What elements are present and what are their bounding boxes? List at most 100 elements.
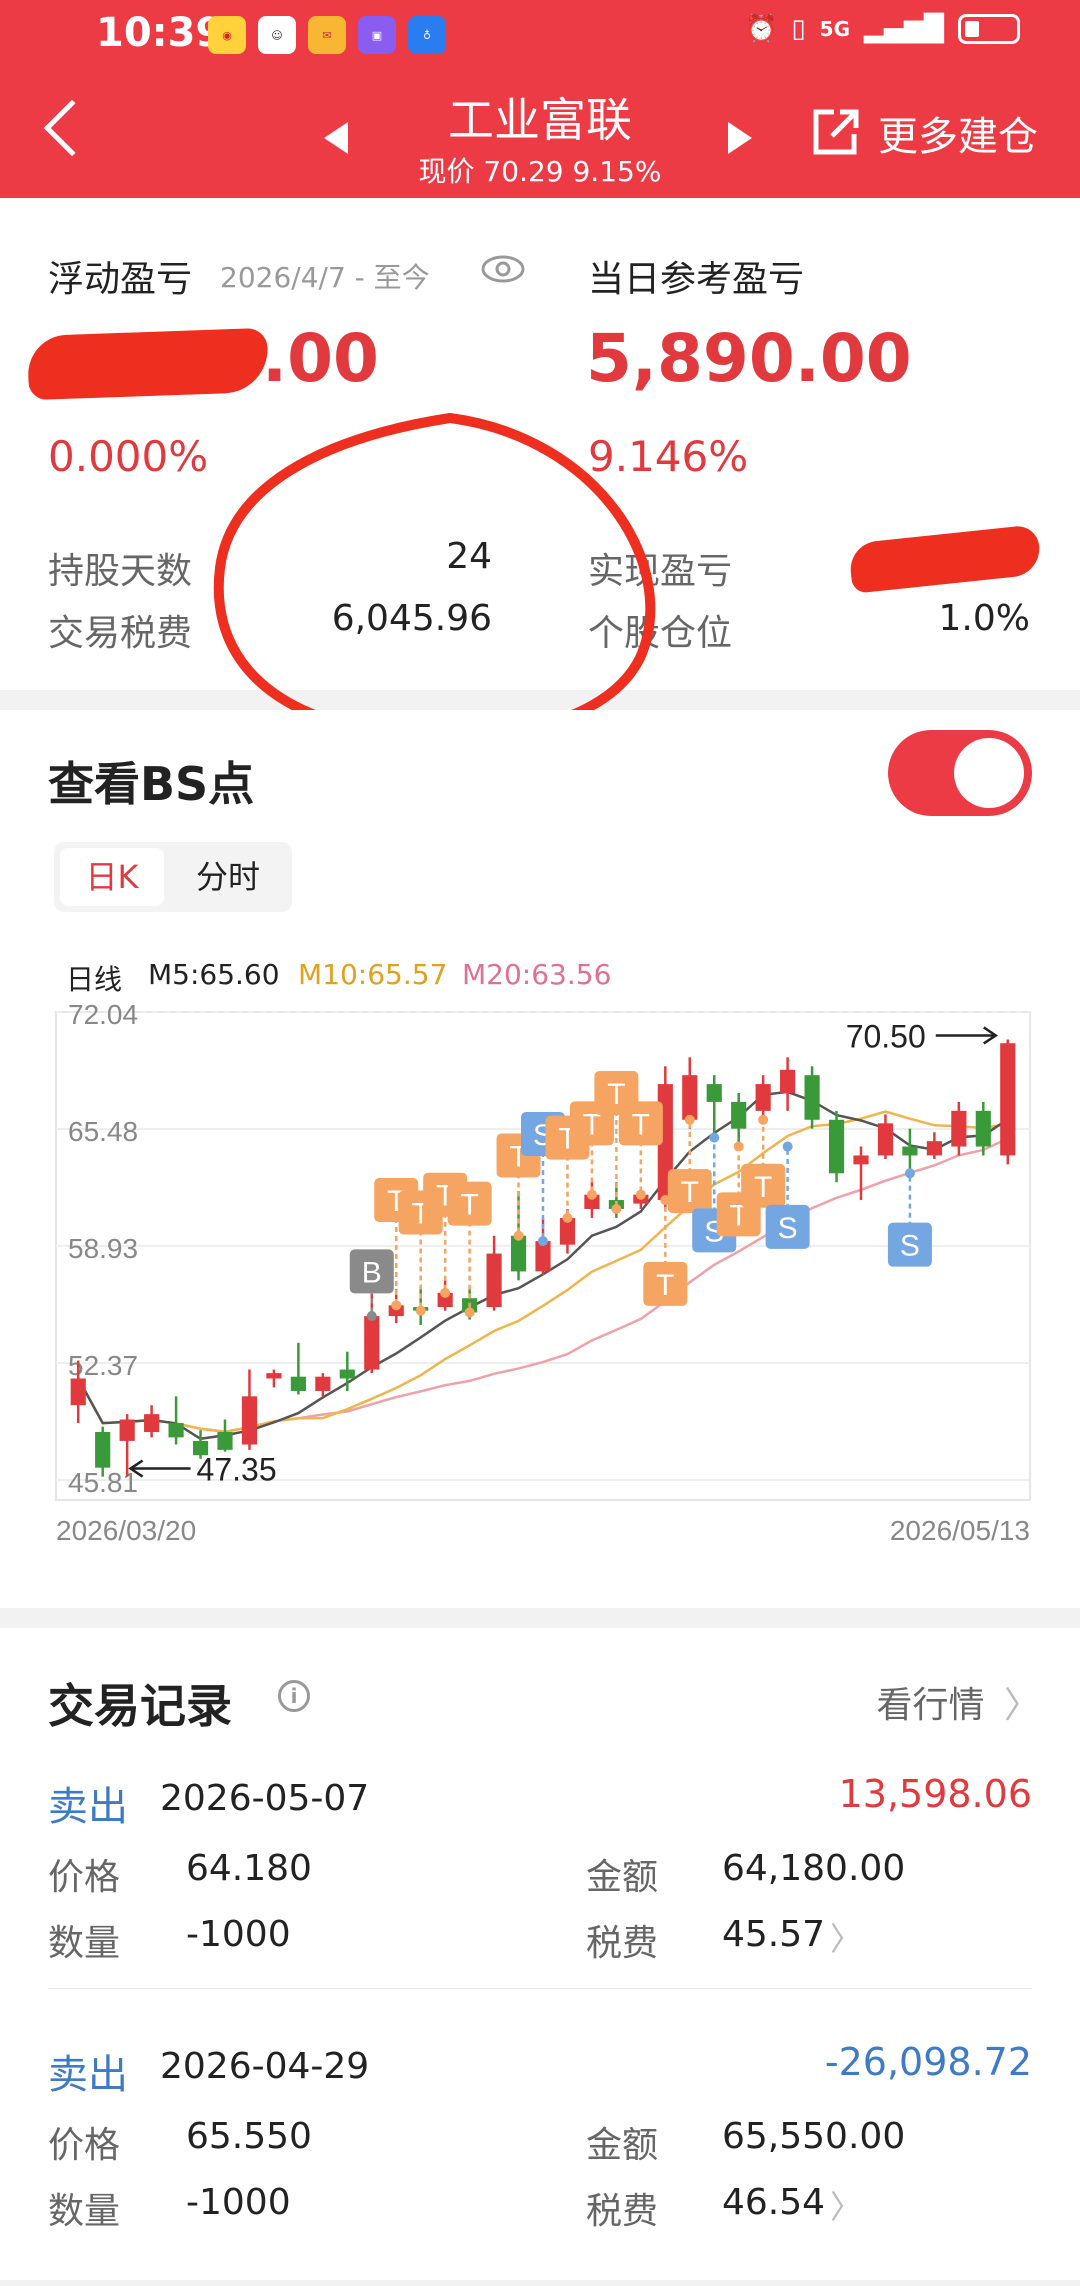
trade-date: 2026-04-29 — [160, 2046, 370, 2087]
app-header: 10:39 ◉ ☺ ✉ ▣ ♁ ⏰ ▯ 5G ▂▄▆█ 工业富联 现价 70.2… — [0, 0, 1080, 198]
trade-pnl: -26,098.72 — [824, 2040, 1032, 2084]
trade-type: 卖出 — [48, 2052, 128, 2098]
candle-body — [902, 1146, 918, 1156]
candle-body — [217, 1432, 233, 1450]
trade-pnl: 13,598.06 — [838, 1772, 1032, 1816]
records-title: 交易记录 — [48, 1679, 232, 1733]
position-value: 1.0% — [938, 598, 1030, 639]
eye-icon[interactable] — [480, 254, 526, 284]
alarm-icon: ⏰ — [744, 14, 778, 44]
candle-body — [315, 1376, 331, 1391]
amount-label: 金额 — [586, 2125, 659, 2166]
floating-pnl-pct: 0.000% — [48, 432, 209, 481]
bs-marker-label: B — [362, 1256, 382, 1289]
candle-body — [780, 1069, 796, 1094]
bs-title: 查看BS点 — [48, 757, 255, 811]
candle-body — [95, 1432, 111, 1468]
marker-dot — [366, 1311, 377, 1322]
candle-body — [951, 1110, 967, 1147]
qty-value: -1000 — [186, 1914, 291, 1955]
y-tick-label: 72.04 — [68, 1000, 138, 1030]
marker-dot — [415, 1305, 426, 1316]
chart-tabs: 日K 分时 — [54, 842, 292, 912]
price-label: 价格 — [48, 1857, 121, 1898]
daily-pnl-value: 5,890.00 — [586, 320, 912, 397]
high-price-label: 70.50 — [846, 1018, 926, 1054]
amount-value: 65,550.00 — [722, 2116, 906, 2157]
weibo-icon: ◉ — [208, 16, 246, 54]
status-right: ⏰ ▯ 5G ▂▄▆█ — [745, 14, 1020, 44]
candle-body — [144, 1414, 160, 1433]
fee-label: 税费 — [586, 2191, 659, 2232]
trade-type: 卖出 — [48, 1784, 128, 1830]
tab-daily-k[interactable]: 日K — [60, 848, 164, 906]
status-bar: 10:39 ◉ ☺ ✉ ▣ ♁ ⏰ ▯ 5G ▂▄▆█ — [0, 0, 1080, 70]
vibrate-icon: ▯ — [791, 14, 806, 44]
chevron-right-icon[interactable]: 〉 — [830, 2182, 862, 2228]
candle-body — [926, 1141, 942, 1156]
app-icon: ▣ — [358, 16, 396, 54]
candle-body — [168, 1423, 184, 1438]
price-label: 价格 — [48, 2125, 121, 2166]
bs-marker-label: S — [778, 1212, 798, 1245]
candle-body — [339, 1369, 355, 1379]
candle-body — [731, 1101, 747, 1129]
status-app-icons: ◉ ☺ ✉ ▣ ♁ — [208, 16, 446, 54]
tax-label: 交易税费 — [48, 613, 193, 654]
candle-body — [510, 1235, 527, 1272]
amount-value: 64,180.00 — [722, 1848, 906, 1889]
hold-days-label: 持股天数 — [48, 551, 193, 592]
bs-marker-label: T — [656, 1269, 674, 1302]
trade-record[interactable]: 卖出 2026-05-07 13,598.06 价格 64.180 金额 64,… — [0, 1768, 1080, 2018]
info-icon[interactable]: i — [278, 1680, 310, 1712]
next-stock-icon[interactable] — [728, 122, 752, 154]
candle-body — [364, 1316, 380, 1370]
qty-value: -1000 — [186, 2182, 291, 2223]
ma5-label: M5:65.60 — [148, 958, 280, 991]
candle-body — [682, 1075, 698, 1120]
trade-record[interactable]: 卖出 2026-04-29 -26,098.72 价格 65.550 金额 65… — [0, 2036, 1080, 2286]
avatar-icon: ☺ — [258, 16, 296, 54]
redacted-scribble-2 — [847, 524, 1043, 594]
records-card: 交易记录 i 看行情 〉 卖出 2026-05-07 13,598.06 价格 … — [0, 1628, 1080, 2280]
view-market-link[interactable]: 看行情 〉 — [877, 1676, 1040, 1728]
chevron-right-icon[interactable]: 〉 — [830, 1914, 862, 1960]
candle-body — [1000, 1043, 1016, 1156]
marker-dot — [758, 1114, 769, 1125]
chevron-right-icon: 〉 — [1003, 1685, 1040, 1726]
view-market-label: 看行情 — [876, 1685, 985, 1726]
amount-label: 金额 — [586, 1857, 659, 1898]
candle-body — [119, 1419, 135, 1441]
price-value: 64.180 — [186, 1848, 312, 1889]
candle-body — [853, 1155, 869, 1165]
ma20-label: M20:63.56 — [462, 958, 612, 991]
ma10-label: M10:65.57 — [298, 958, 448, 991]
floating-pnl-value: .00 — [262, 320, 379, 397]
more-position-button[interactable]: 更多建仓 — [808, 104, 1038, 162]
x-start-label: 2026/03/20 — [56, 1515, 196, 1546]
more-position-label: 更多建仓 — [878, 114, 1038, 160]
date-range: 2026/4/7 - 至今 — [220, 261, 430, 294]
status-time: 10:39 — [96, 10, 224, 56]
tab-intraday[interactable]: 分时 — [170, 848, 286, 906]
bs-marker-label: T — [681, 1176, 699, 1209]
bs-toggle[interactable] — [888, 730, 1032, 816]
marker-dot — [635, 1189, 646, 1200]
redacted-scribble — [26, 327, 270, 401]
candle-body — [266, 1373, 282, 1379]
daily-pnl-label: 当日参考盈亏 — [588, 259, 805, 300]
candle-body — [241, 1396, 258, 1445]
candle-body — [290, 1376, 306, 1391]
qty-label: 数量 — [48, 1923, 121, 1964]
marker-dot — [782, 1141, 793, 1152]
marker-dot — [611, 1203, 622, 1214]
fee-label: 税费 — [586, 1923, 659, 1964]
qty-label: 数量 — [48, 2191, 121, 2232]
price-value: 65.550 — [186, 2116, 312, 2157]
marker-dot — [562, 1212, 573, 1223]
kline-chart[interactable]: 72.0465.4858.9352.3745.81BT TT TTS T TTTTTS T… — [0, 1000, 1080, 1560]
fee-value: 45.57 — [722, 1914, 826, 1955]
bs-marker-label: T — [754, 1171, 772, 1204]
y-tick-label: 65.48 — [68, 1116, 138, 1147]
marker-dot — [684, 1114, 695, 1125]
